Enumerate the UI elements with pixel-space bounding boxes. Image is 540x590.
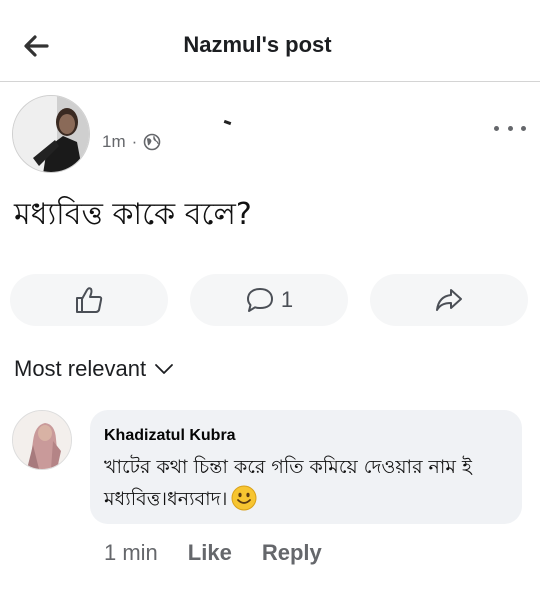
comment-sort-dropdown[interactable]: Most relevant bbox=[14, 356, 174, 382]
chevron-down-icon bbox=[155, 364, 173, 374]
post-meta: 1m · bbox=[102, 132, 161, 152]
more-dot-icon bbox=[521, 125, 526, 131]
post-text: মধ্যবিত্ত কাকে বলে? bbox=[14, 197, 252, 232]
post-time: 1m bbox=[102, 132, 126, 151]
author-photo bbox=[13, 96, 89, 172]
like-button[interactable] bbox=[10, 274, 168, 326]
comment-footer: 1 min Like Reply bbox=[104, 540, 322, 566]
share-arrow-icon bbox=[436, 289, 462, 311]
thumbs-up-icon bbox=[76, 287, 103, 313]
more-dot-icon bbox=[507, 125, 513, 131]
comment-text-block: খাটের কথা চিন্তা করে গতি কমিয়ে দেওয়ার … bbox=[104, 451, 514, 515]
commenter-photo bbox=[13, 411, 71, 469]
comment-bubble-icon bbox=[246, 288, 273, 312]
more-dot-icon bbox=[494, 125, 499, 131]
comment-button[interactable]: 1 bbox=[190, 274, 348, 326]
comment-like-button[interactable]: Like bbox=[188, 540, 232, 566]
post-header: Nazmul's post bbox=[0, 0, 540, 82]
globe-icon bbox=[143, 133, 161, 151]
sort-label: Most relevant bbox=[14, 356, 147, 381]
smiling-face-emoji bbox=[231, 485, 257, 511]
comment-text: খাটের কথা চিন্তা করে গতি কমিয়ে দেওয়ার … bbox=[104, 456, 472, 510]
post-actions: 1 bbox=[0, 272, 540, 330]
more-options-button[interactable] bbox=[494, 118, 526, 138]
page-title: Nazmul's post bbox=[183, 32, 332, 57]
comment-author[interactable]: Khadizatul Kubra bbox=[104, 427, 236, 445]
comment-count: 1 bbox=[280, 287, 294, 312]
commenter-avatar[interactable] bbox=[12, 410, 72, 470]
author-avatar[interactable] bbox=[12, 95, 90, 173]
meta-separator: · bbox=[131, 132, 138, 151]
comment-reply-button[interactable]: Reply bbox=[262, 540, 322, 566]
stray-mark bbox=[223, 119, 232, 126]
comment-time: 1 min bbox=[104, 540, 158, 565]
share-button[interactable] bbox=[370, 274, 528, 326]
